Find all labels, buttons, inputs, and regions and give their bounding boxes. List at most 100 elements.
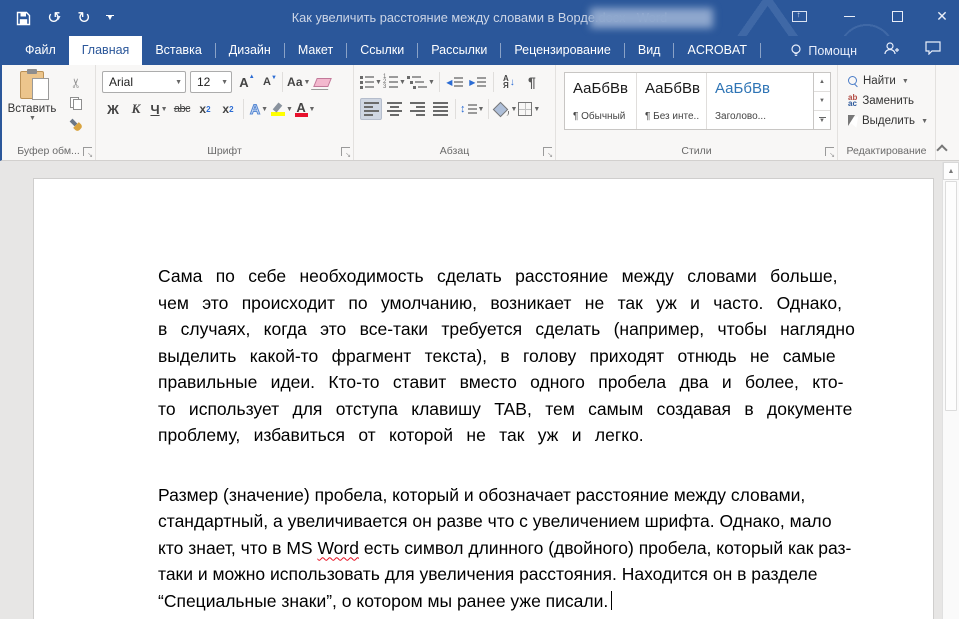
align-center-button[interactable]	[383, 98, 405, 120]
clipboard-dialog-launcher-icon[interactable]	[83, 147, 93, 159]
cut-button[interactable]: ✂	[65, 73, 87, 92]
multilevel-list-icon	[406, 75, 427, 89]
text-effects-button[interactable]: А ▼	[248, 98, 270, 120]
borders-button[interactable]: ▼	[518, 98, 540, 120]
show-formatting-marks-button[interactable]: ¶	[521, 71, 543, 93]
tab-view[interactable]: Вид	[625, 36, 674, 65]
replace-button[interactable]: ab ac Заменить	[848, 91, 931, 111]
superscript-button[interactable]: х2	[217, 98, 239, 120]
scrollbar-thumb[interactable]	[945, 181, 957, 411]
font-color-dropdown-icon[interactable]: ▼	[309, 106, 316, 113]
styles-scroll-up-button[interactable]: ▲	[814, 73, 830, 92]
style-normal[interactable]: АаБбВв ¶ Обычный	[565, 73, 637, 129]
increase-indent-button[interactable]: ▶	[467, 71, 489, 93]
styles-gallery-more-button[interactable]: ▼	[814, 111, 830, 129]
paragraph-1[interactable]: Сама по себе необходимость сделать расст…	[158, 263, 859, 449]
align-center-icon	[386, 102, 402, 116]
font-name-dropdown-icon: ▼	[175, 78, 182, 86]
shrink-font-button[interactable]: А	[256, 71, 278, 93]
text-highlight-button[interactable]: ▼	[271, 98, 293, 120]
grow-font-button[interactable]: А	[233, 71, 255, 93]
ribbon: Вставить ▼ ✂ Буфер обм... Arial ▼ 12 ▼ А…	[0, 65, 959, 161]
format-painter-button[interactable]	[65, 115, 87, 134]
eraser-icon	[313, 77, 332, 87]
tab-home[interactable]: Главная	[68, 36, 143, 65]
find-button[interactable]: Найти ▼	[848, 71, 931, 91]
minimize-icon	[843, 16, 855, 17]
styles-group-label: Стили	[681, 145, 712, 157]
tell-me-control[interactable]: Помощн	[790, 44, 857, 58]
group-font: Arial ▼ 12 ▼ А А Аа▼ Ж К Ч▼ abc х2 х2 А▼…	[96, 65, 354, 160]
document-area: Сама по себе необходимость сделать расст…	[0, 162, 959, 619]
copy-icon	[70, 97, 82, 110]
tab-design[interactable]: Дизайн	[216, 36, 284, 65]
styles-gallery: АаБбВв ¶ Обычный АаБбВв ¶ Без инте... Аа…	[564, 72, 831, 130]
styles-scroll-down-button[interactable]: ▼	[814, 92, 830, 111]
scrollbar-up-button[interactable]: ▲	[943, 162, 959, 180]
select-label: Выделить	[862, 115, 916, 127]
select-button[interactable]: Выделить ▼	[848, 111, 931, 131]
collapse-ribbon-icon[interactable]	[936, 144, 948, 156]
close-button[interactable]: ✕	[925, 0, 959, 33]
document-text[interactable]: Сама по себе необходимость сделать расст…	[158, 263, 859, 614]
document-page[interactable]: Сама по себе необходимость сделать расст…	[33, 178, 934, 619]
align-right-button[interactable]	[406, 98, 428, 120]
tab-insert[interactable]: Вставка	[142, 36, 214, 65]
select-dropdown-icon[interactable]: ▼	[921, 118, 928, 125]
ribbon-display-options-icon	[791, 10, 807, 22]
comments-button[interactable]	[925, 41, 941, 60]
tab-layout[interactable]: Макет	[285, 36, 346, 65]
justify-button[interactable]	[429, 98, 451, 120]
bullets-button[interactable]: ▼	[360, 71, 382, 93]
subscript-button[interactable]: х2	[194, 98, 216, 120]
paste-dropdown-icon[interactable]: ▼	[29, 115, 36, 122]
underline-dropdown-icon[interactable]: ▼	[161, 106, 168, 113]
paragraph-dialog-launcher-icon[interactable]	[543, 147, 553, 159]
copy-button[interactable]	[65, 94, 87, 113]
style-heading1[interactable]: АаБбВв Заголово...	[707, 73, 785, 129]
bold-button[interactable]: Ж	[102, 98, 124, 120]
text-effects-icon: А	[249, 100, 261, 117]
styles-dialog-launcher-icon[interactable]	[825, 147, 835, 159]
strikethrough-button[interactable]: abc	[171, 98, 193, 120]
numbering-icon: 1 2 3	[383, 74, 398, 90]
clear-formatting-button[interactable]	[311, 71, 333, 93]
minimize-button[interactable]	[832, 0, 866, 33]
tab-file[interactable]: Файл	[12, 36, 69, 65]
find-label: Найти	[863, 75, 896, 87]
numbering-button[interactable]: 1 2 3 ▼	[383, 71, 406, 93]
line-spacing-button[interactable]: ↕ ▼	[460, 98, 484, 120]
ribbon-display-options-button[interactable]	[782, 0, 816, 33]
tab-references[interactable]: Ссылки	[347, 36, 417, 65]
font-dialog-launcher-icon[interactable]	[341, 147, 351, 159]
font-name-value: Arial	[109, 75, 134, 89]
tab-review[interactable]: Рецензирование	[501, 36, 624, 65]
find-dropdown-icon[interactable]: ▼	[902, 78, 909, 85]
align-left-button[interactable]	[360, 98, 382, 120]
decrease-indent-icon: ◀	[446, 77, 464, 87]
tab-mailings[interactable]: Рассылки	[418, 36, 500, 65]
italic-button[interactable]: К	[125, 98, 147, 120]
share-button[interactable]	[883, 41, 899, 61]
group-styles: АаБбВв ¶ Обычный АаБбВв ¶ Без инте... Аа…	[556, 65, 838, 160]
paste-button[interactable]: Вставить ▼	[8, 69, 56, 122]
paragraph-2[interactable]: Размер (значение) пробела, который и обо…	[158, 482, 859, 615]
maximize-icon	[891, 11, 903, 22]
sort-button[interactable]: АЯ ↓	[498, 71, 520, 93]
font-color-button[interactable]: А ▼	[294, 98, 316, 120]
underline-button[interactable]: Ч ▼	[148, 98, 170, 120]
font-name-combobox[interactable]: Arial ▼	[102, 71, 186, 93]
multilevel-list-button[interactable]: ▼	[406, 71, 435, 93]
highlight-dropdown-icon[interactable]: ▼	[286, 106, 293, 113]
tab-acrobat[interactable]: ACROBAT	[674, 36, 760, 65]
shading-button[interactable]: ▼	[493, 98, 517, 120]
replace-icon: ab ac	[848, 93, 858, 108]
change-case-button[interactable]: Аа ▼	[287, 71, 310, 93]
maximize-button[interactable]	[880, 0, 914, 33]
font-size-combobox[interactable]: 12 ▼	[190, 71, 232, 93]
style-no-spacing[interactable]: АаБбВв ¶ Без инте...	[637, 73, 707, 129]
decrease-indent-button[interactable]: ◀	[444, 71, 466, 93]
tab-separator	[759, 43, 761, 58]
user-account-redacted	[590, 8, 713, 28]
vertical-scrollbar[interactable]: ▲	[942, 162, 959, 619]
